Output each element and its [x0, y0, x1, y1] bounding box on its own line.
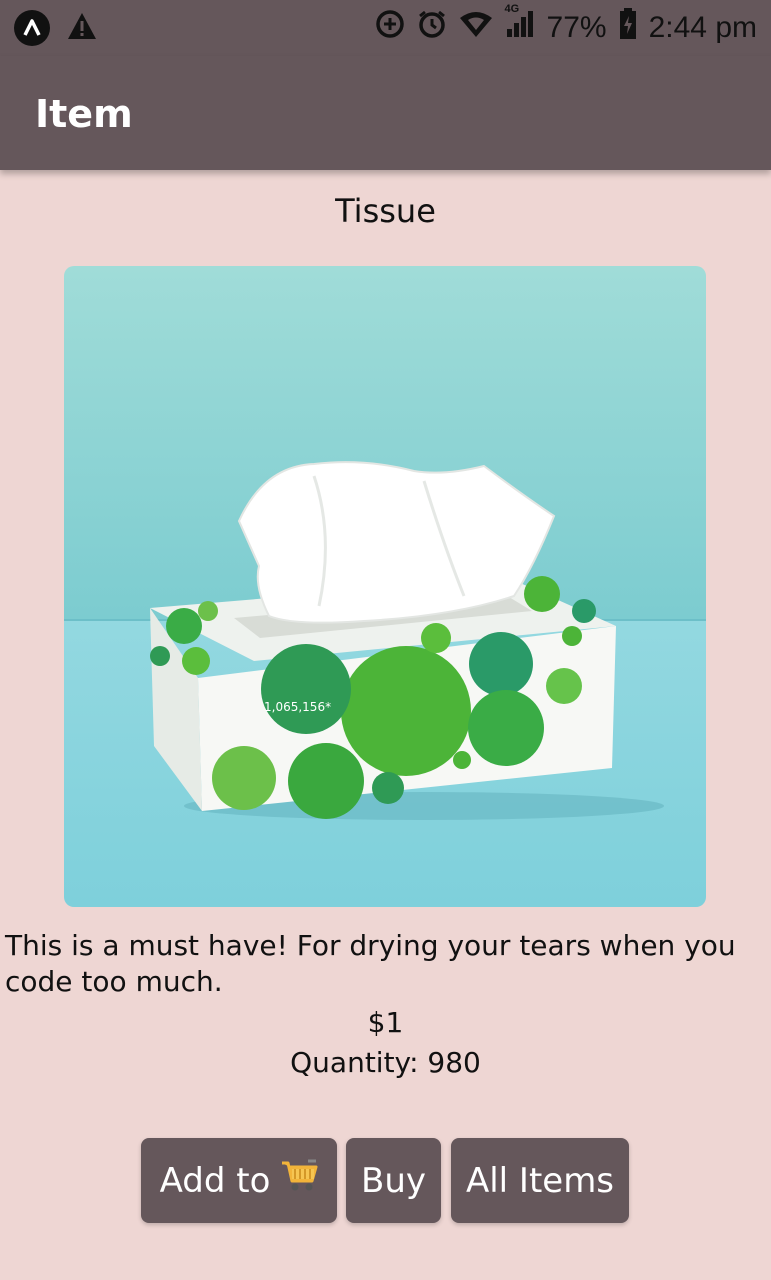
all-items-button[interactable]: All Items: [451, 1138, 629, 1223]
warning-icon: [66, 11, 98, 45]
product-image: 1,065,156*: [64, 266, 706, 907]
data-saver-icon: [375, 9, 405, 47]
shopping-cart-icon: [280, 1159, 318, 1202]
buy-button[interactable]: Buy: [346, 1138, 441, 1223]
item-quantity: Quantity: 980: [290, 1046, 481, 1079]
battery-percent: 77%: [546, 11, 607, 44]
page-title: Item: [35, 92, 133, 136]
app-notification-icon: [14, 10, 50, 46]
tissue-box-image: 1,065,156*: [64, 266, 706, 907]
add-to-label: Add to: [159, 1160, 271, 1201]
alarm-icon: [417, 9, 447, 47]
cell-signal-icon: 4G: [505, 3, 535, 47]
item-name: Tissue: [335, 192, 436, 230]
add-to-cart-button[interactable]: Add to: [141, 1138, 337, 1223]
wifi-icon: [459, 10, 493, 46]
box-print-text: 1,065,156*: [264, 700, 331, 714]
status-bar: 4G 77% 2:44 pm: [0, 0, 771, 56]
battery-icon: [619, 8, 637, 48]
item-description: This is a must have! For drying your tea…: [5, 929, 736, 998]
app-bar: Item: [0, 56, 771, 170]
clock: 2:44 pm: [648, 11, 757, 44]
item-price: $1: [367, 1006, 404, 1039]
